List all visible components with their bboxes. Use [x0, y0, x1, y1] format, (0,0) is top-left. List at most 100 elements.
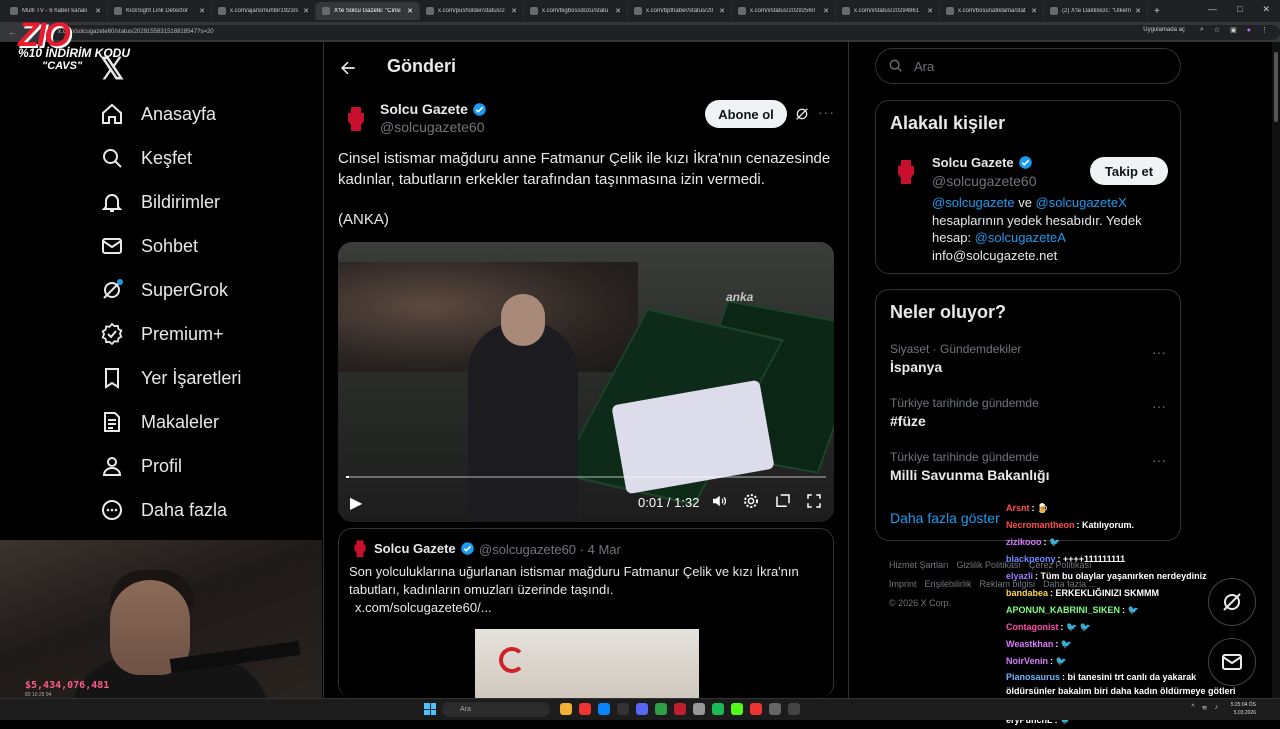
- follow-button[interactable]: Takip et: [1090, 157, 1168, 185]
- taskbar-clock[interactable]: 5:25:04 ÖS 5.03.2026: [1231, 701, 1256, 717]
- trend-item[interactable]: Siyaset · Gündemdekiler İspanya: [890, 342, 1021, 375]
- new-tab-icon[interactable]: +: [1154, 6, 1160, 17]
- chat-username[interactable]: Weastkhan: [1006, 639, 1053, 649]
- footer-link[interactable]: Hizmet Şartları: [889, 560, 949, 570]
- discord-icon[interactable]: [636, 703, 648, 715]
- windows-start-icon[interactable]: [424, 703, 436, 715]
- back-arrow-icon[interactable]: [338, 58, 358, 83]
- app-icon[interactable]: [655, 703, 667, 715]
- star-icon[interactable]: ☆: [1214, 26, 1220, 34]
- quoted-post[interactable]: Solcu Gazete @solcugazete60 · 4 Mar Son …: [338, 528, 834, 698]
- trend-item[interactable]: Türkiye tarihinde gündemde #füze: [890, 396, 1039, 429]
- file-explorer-icon[interactable]: [560, 703, 572, 715]
- kick-icon[interactable]: [731, 703, 743, 715]
- post-author-handle[interactable]: @solcugazete60: [380, 119, 485, 135]
- app-icon[interactable]: [674, 703, 686, 715]
- back-icon[interactable]: ←: [8, 27, 17, 37]
- scrollbar-thumb[interactable]: [1274, 52, 1278, 122]
- chat-username[interactable]: zizikooo: [1006, 537, 1042, 547]
- chevron-up-icon[interactable]: ^: [1191, 704, 1194, 712]
- browser-tab[interactable]: x.com/pusholder/status/2 ✕: [420, 2, 524, 20]
- chat-username[interactable]: Arsnt: [1006, 503, 1030, 513]
- sidebar-item-bildirimler[interactable]: Bildirimler: [100, 190, 220, 214]
- menu-icon[interactable]: ⋮: [1261, 26, 1268, 34]
- chat-username[interactable]: Pianosaurus: [1006, 672, 1060, 682]
- quoted-media-thumbnail[interactable]: [475, 629, 699, 698]
- show-more-link[interactable]: Daha fazla göster: [890, 510, 1000, 526]
- chrome-icon[interactable]: [750, 703, 762, 715]
- grok-icon[interactable]: [794, 106, 810, 122]
- bio-link-1[interactable]: @solcugazete: [932, 195, 1015, 210]
- sidebar-item-ke-fet[interactable]: Keşfet: [100, 146, 192, 170]
- quoted-link[interactable]: x.com/solcugazete60/...: [355, 600, 492, 615]
- sidebar-item-daha-fazla[interactable]: Daha fazla: [100, 498, 227, 522]
- tab-close-icon[interactable]: ✕: [511, 7, 517, 15]
- browser-tab[interactable]: x.com/i/status/20292560 ✕: [732, 2, 836, 20]
- tab-close-icon[interactable]: ✕: [1031, 7, 1037, 15]
- tab-close-icon[interactable]: ✕: [199, 7, 205, 15]
- bio-link-2[interactable]: @solcugazeteX: [1036, 195, 1127, 210]
- picture-in-picture-icon[interactable]: [774, 492, 792, 510]
- search-box[interactable]: Ara: [875, 48, 1181, 84]
- related-name[interactable]: Solcu Gazete: [932, 155, 1033, 170]
- app-icon[interactable]: [693, 703, 705, 715]
- speaker-icon[interactable]: ♪: [1215, 704, 1219, 712]
- related-avatar[interactable]: [890, 155, 922, 187]
- settings-gear-icon[interactable]: [742, 492, 760, 510]
- url-field[interactable]: x.com/solcugazete60/status/2029155831518…: [50, 24, 1280, 40]
- trend-more-icon[interactable]: ···: [1152, 452, 1166, 468]
- post-author-name[interactable]: Solcu Gazete: [380, 101, 487, 117]
- app-icon[interactable]: [617, 703, 629, 715]
- taskbar-search[interactable]: Ara: [442, 702, 550, 717]
- chat-username[interactable]: bandabea: [1006, 588, 1048, 598]
- tab-close-icon[interactable]: ✕: [615, 7, 621, 15]
- tab-close-icon[interactable]: ✕: [1135, 7, 1141, 15]
- related-handle[interactable]: @solcugazete60: [932, 173, 1037, 189]
- browser-tab[interactable]: x.com/bigbossdozu/statu ✕: [524, 2, 628, 20]
- play-icon[interactable]: ▶: [350, 493, 362, 513]
- zoom-icon[interactable]: ⌕: [1200, 26, 1204, 34]
- sidebar-item-anasayfa[interactable]: Anasayfa: [100, 102, 216, 126]
- chat-username[interactable]: Contagonist: [1006, 622, 1059, 632]
- chrome-icon[interactable]: [579, 703, 591, 715]
- app-icon[interactable]: [769, 703, 781, 715]
- tab-close-icon[interactable]: ✕: [927, 7, 933, 15]
- sidebar-item-makaleler[interactable]: Makaleler: [100, 410, 219, 434]
- chat-username[interactable]: NoirVenin: [1006, 656, 1048, 666]
- tab-close-icon[interactable]: ✕: [95, 7, 101, 15]
- trend-more-icon[interactable]: ···: [1152, 344, 1166, 360]
- chat-username[interactable]: elyazli: [1006, 571, 1033, 581]
- post-more-icon[interactable]: ···: [818, 104, 835, 120]
- open-in-app-button[interactable]: Uygulamada aç: [1138, 26, 1190, 34]
- subscribe-button[interactable]: Abone ol: [705, 100, 787, 128]
- spotify-icon[interactable]: [712, 703, 724, 715]
- tab-close-icon[interactable]: ✕: [303, 7, 309, 15]
- chat-username[interactable]: APONUN_KABRINI_SIKEN: [1006, 605, 1120, 615]
- sidebar-item-profil[interactable]: Profil: [100, 454, 182, 478]
- sidebar-item-premium-[interactable]: Premium+: [100, 322, 224, 346]
- page-scrollbar[interactable]: [1272, 42, 1280, 698]
- tab-close-icon[interactable]: ✕: [407, 7, 413, 15]
- trend-item[interactable]: Türkiye tarihinde gündemde Milli Savunma …: [890, 450, 1050, 483]
- chat-username[interactable]: blackpeony: [1006, 554, 1056, 564]
- grok-fab[interactable]: [1208, 578, 1256, 626]
- browser-tab[interactable]: x.com/i/status/20294861 ✕: [836, 2, 940, 20]
- browser-tab[interactable]: X'te Solcu Gazete: "Cinsi ✕: [316, 2, 420, 20]
- profile-icon[interactable]: ●: [1247, 27, 1251, 34]
- extensions-icon[interactable]: ▣: [1230, 26, 1237, 34]
- tab-close-icon[interactable]: ✕: [719, 7, 725, 15]
- trend-more-icon[interactable]: ···: [1152, 398, 1166, 414]
- sidebar-item-sohbet[interactable]: Sohbet: [100, 234, 198, 258]
- browser-tab[interactable]: x.com/ajansmuhbir1923/s ✕: [212, 2, 316, 20]
- sidebar-item-yer-i-aretleri[interactable]: Yer İşaretleri: [100, 366, 241, 390]
- post-author-avatar[interactable]: [340, 102, 372, 134]
- fullscreen-icon[interactable]: [805, 492, 823, 510]
- x-logo-icon[interactable]: 𝕏: [100, 52, 124, 87]
- tab-close-icon[interactable]: ✕: [823, 7, 829, 15]
- browser-tab[interactable]: x.com/bpthaber/status/20 ✕: [628, 2, 732, 20]
- browser-tab[interactable]: (2) X'te Daktiloclc: "Ülkem ✕: [1044, 2, 1148, 20]
- video-progress-bar[interactable]: [346, 476, 826, 478]
- edge-icon[interactable]: [598, 703, 610, 715]
- video-player[interactable]: anka ▶ 0:01 / 1:32: [338, 242, 834, 522]
- chat-username[interactable]: Necromantheon: [1006, 520, 1075, 530]
